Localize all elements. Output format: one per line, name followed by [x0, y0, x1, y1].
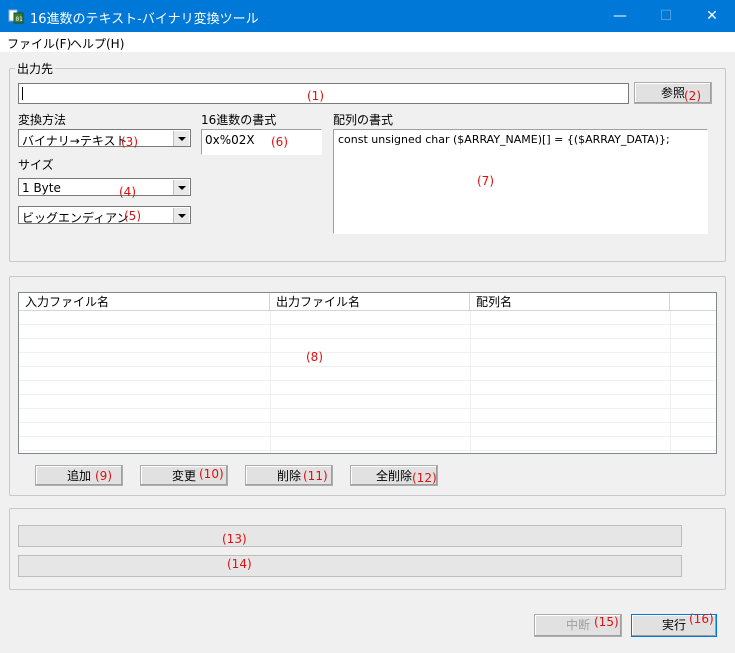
- menu-help[interactable]: ヘルプ(H): [70, 35, 124, 52]
- array-format-label: 配列の書式: [333, 113, 394, 127]
- marker-10: (10): [199, 467, 224, 481]
- size-value: 1 Byte: [22, 181, 61, 195]
- marker-15: (15): [594, 615, 619, 629]
- array-format-textarea[interactable]: const unsigned char ($ARRAY_NAME)[] = {(…: [333, 129, 708, 234]
- grid-row-line: [19, 338, 716, 339]
- grid-column-line: [670, 311, 671, 453]
- chevron-down-icon: [173, 180, 189, 195]
- marker-7: (7): [477, 174, 494, 188]
- marker-2: (2): [684, 89, 701, 103]
- marker-13: (13): [222, 532, 247, 546]
- column-header-array-name[interactable]: 配列名: [470, 293, 670, 311]
- marker-5: (5): [124, 209, 141, 223]
- add-button-label: 追加: [66, 469, 91, 483]
- marker-3: (3): [121, 135, 138, 149]
- size-label: サイズ: [18, 158, 54, 172]
- marker-16: (16): [689, 612, 714, 626]
- close-button[interactable]: ✕: [689, 0, 735, 32]
- marker-11: (11): [303, 469, 328, 483]
- chevron-down-icon: [173, 131, 189, 146]
- marker-6: (6): [271, 135, 288, 149]
- grid-row-line: [19, 366, 716, 367]
- title-bar: 01 16進数のテキスト-バイナリ変換ツール — ☐ ✕: [0, 0, 735, 32]
- svg-text:01: 01: [16, 16, 24, 23]
- column-header-output-file[interactable]: 出力ファイル名: [270, 293, 470, 311]
- conversion-method-select[interactable]: バイナリ→テキスト: [18, 129, 191, 148]
- edit-button-label: 変更: [171, 469, 196, 483]
- maximize-button[interactable]: ☐: [643, 0, 689, 32]
- progress-bar-total: [18, 555, 682, 577]
- grid-row-line: [19, 352, 716, 353]
- hex-format-input[interactable]: 0x%02X: [201, 129, 322, 155]
- marker-4: (4): [119, 185, 136, 199]
- delete-button-label: 削除: [276, 469, 301, 483]
- grid-row-line: [19, 408, 716, 409]
- output-group-label: 出力先: [15, 60, 56, 77]
- run-button-label: 実行: [661, 618, 686, 632]
- app-icon: 01: [8, 9, 24, 24]
- grid-row-line: [19, 422, 716, 423]
- window-title: 16進数のテキスト-バイナリ変換ツール: [30, 12, 259, 27]
- hex-format-label: 16進数の書式: [201, 113, 277, 127]
- marker-8: (8): [306, 350, 323, 364]
- abort-button-label: 中断: [565, 618, 590, 632]
- conversion-method-value: バイナリ→テキスト: [22, 134, 128, 148]
- array-format-value: const unsigned char ($ARRAY_NAME)[] = {(…: [338, 133, 670, 146]
- grid-row-line: [19, 436, 716, 437]
- minimize-button[interactable]: —: [597, 0, 643, 32]
- delete-all-button-label: 全削除: [375, 469, 412, 483]
- progress-group: [9, 508, 726, 590]
- marker-12: (12): [412, 471, 437, 485]
- marker-14: (14): [227, 557, 252, 571]
- endian-value: ビッグエンディアン: [22, 211, 129, 225]
- progress-bar-file: [18, 525, 682, 547]
- column-header-empty: [670, 293, 716, 311]
- file-list[interactable]: 入力ファイル名 出力ファイル名 配列名: [18, 292, 717, 454]
- text-cursor: [22, 87, 23, 100]
- grid-row-line: [19, 450, 716, 451]
- grid-row-line: [19, 394, 716, 395]
- grid-row-line: [19, 324, 716, 325]
- hex-format-value: 0x%02X: [205, 133, 255, 147]
- marker-1: (1): [307, 89, 324, 103]
- grid-column-line: [470, 311, 471, 453]
- marker-9: (9): [95, 469, 112, 483]
- conversion-method-label: 変換方法: [18, 113, 67, 127]
- grid-row-line: [19, 380, 716, 381]
- endian-select[interactable]: ビッグエンディアン: [18, 206, 191, 225]
- grid-column-line: [270, 311, 271, 453]
- menu-bar: ファイル(F) ヘルプ(H): [0, 32, 735, 52]
- size-select[interactable]: 1 Byte: [18, 178, 191, 196]
- browse-button-label: 参照: [660, 86, 685, 100]
- chevron-down-icon: [173, 208, 189, 223]
- column-header-input-file[interactable]: 入力ファイル名: [19, 293, 270, 311]
- menu-file[interactable]: ファイル(F): [7, 35, 71, 52]
